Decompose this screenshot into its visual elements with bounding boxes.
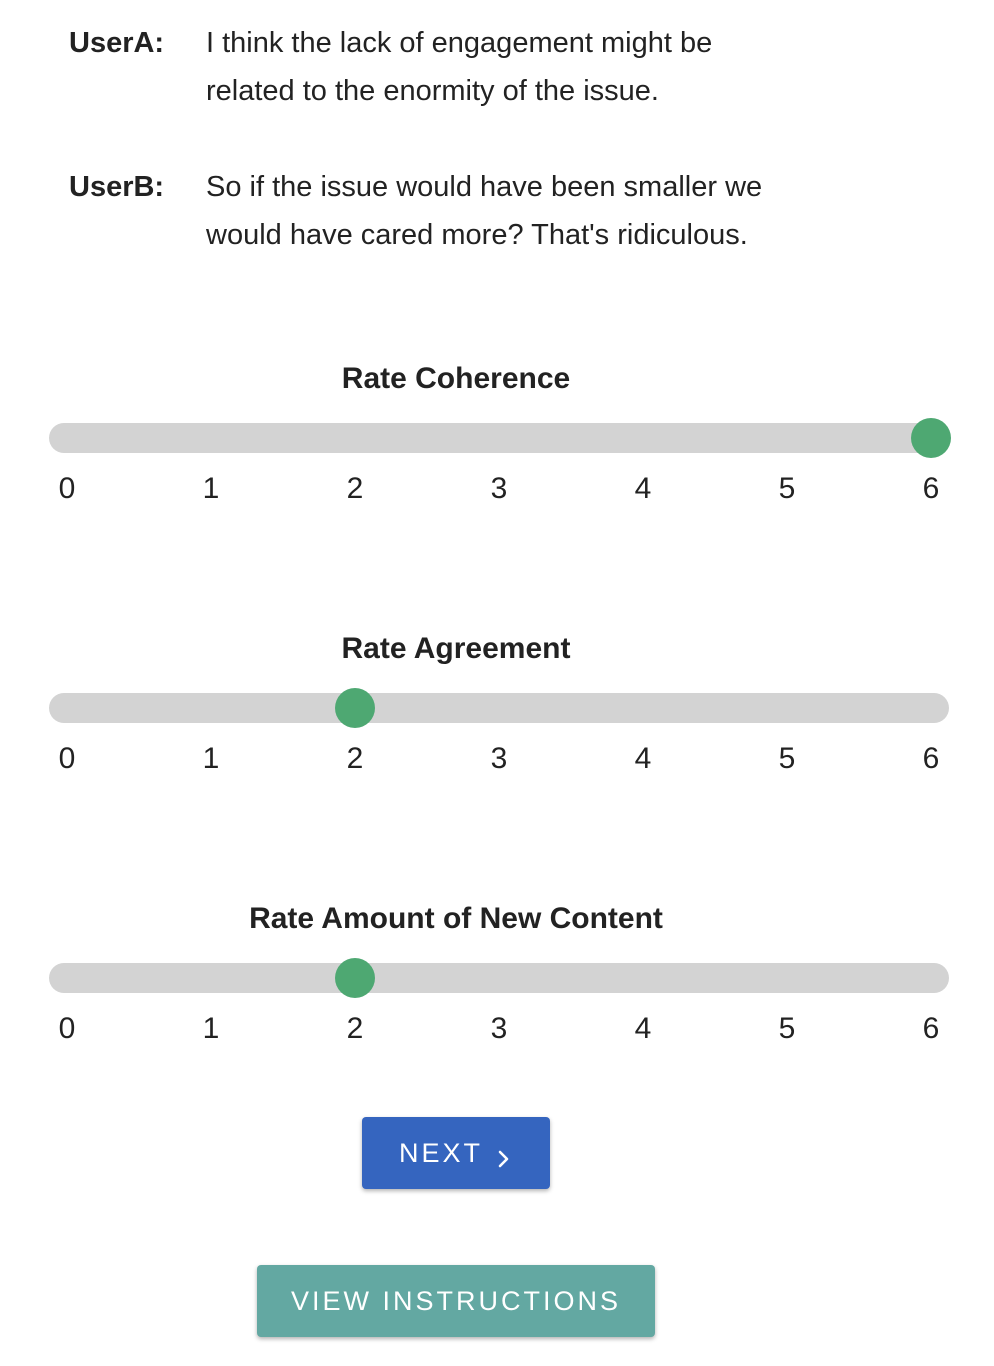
slider-tick-label: 3 xyxy=(490,742,508,775)
rating-coherence: Rate Coherence 0 1 2 3 4 5 6 xyxy=(0,359,994,539)
slider-tick-label: 3 xyxy=(490,1012,508,1045)
coherence-slider-track[interactable] xyxy=(49,418,951,458)
utterance-line: I think the lack of engagement might be xyxy=(206,27,713,59)
slider-tick-label: 1 xyxy=(202,742,220,775)
next-button-label: NEXT xyxy=(398,1137,483,1168)
rating-title: Rate Agreement xyxy=(341,632,571,665)
slider-tick-label: 4 xyxy=(634,1012,652,1045)
utterance-line: related to the enormity of the issue. xyxy=(206,75,659,107)
utterance-text: So if the issue would have been smaller … xyxy=(206,163,846,259)
view-instructions-label: VIEW INSTRUCTIONS xyxy=(290,1285,621,1316)
coherence-slider-thumb[interactable] xyxy=(911,418,951,458)
speaker-label: UserB: xyxy=(69,171,165,203)
agreement-slider-thumb[interactable] xyxy=(335,688,375,728)
slider-tick-label: 4 xyxy=(634,472,652,505)
speaker-label: UserA: xyxy=(69,27,165,59)
slider-tick-label: 1 xyxy=(202,472,220,505)
new-content-slider-thumb[interactable] xyxy=(335,958,375,998)
utterance-line: would have cared more? That's ridiculous… xyxy=(206,219,748,251)
slider-tick-label: 3 xyxy=(490,472,508,505)
slider-tick-label: 6 xyxy=(922,742,940,775)
chevron-right-icon xyxy=(495,1144,513,1168)
slider-tick-label: 0 xyxy=(58,742,76,775)
utterance-line: So if the issue would have been smaller … xyxy=(206,171,763,203)
slider-tick-label: 6 xyxy=(922,1012,940,1045)
view-instructions-button[interactable]: VIEW INSTRUCTIONS xyxy=(257,1265,655,1337)
slider-tick-label: 5 xyxy=(778,1012,796,1045)
slider-tick-label: 0 xyxy=(58,1012,76,1045)
slider-tick-label: 1 xyxy=(202,1012,220,1045)
next-button[interactable]: NEXT xyxy=(362,1117,550,1189)
slider-tick-label: 2 xyxy=(346,742,364,775)
rating-title: Rate Amount of New Content xyxy=(249,902,663,935)
slider-tick-label: 2 xyxy=(346,472,364,505)
new-content-slider-track[interactable] xyxy=(49,958,949,998)
slider-tick-label: 6 xyxy=(922,472,940,505)
slider-tick-label: 2 xyxy=(346,1012,364,1045)
agreement-slider-track[interactable] xyxy=(49,688,949,728)
utterance-text: I think the lack of engagement might be … xyxy=(206,19,846,115)
slider-tick-label: 5 xyxy=(778,742,796,775)
slider-tick-label: 4 xyxy=(634,742,652,775)
slider-tick-label: 5 xyxy=(778,472,796,505)
rating-agreement: Rate Agreement 0 1 2 3 4 5 6 xyxy=(0,629,994,809)
rating-title: Rate Coherence xyxy=(341,362,571,395)
slider-tick-label: 0 xyxy=(58,472,76,505)
rating-new-content: Rate Amount of New Content 0 1 2 3 4 5 6 xyxy=(0,899,994,1079)
